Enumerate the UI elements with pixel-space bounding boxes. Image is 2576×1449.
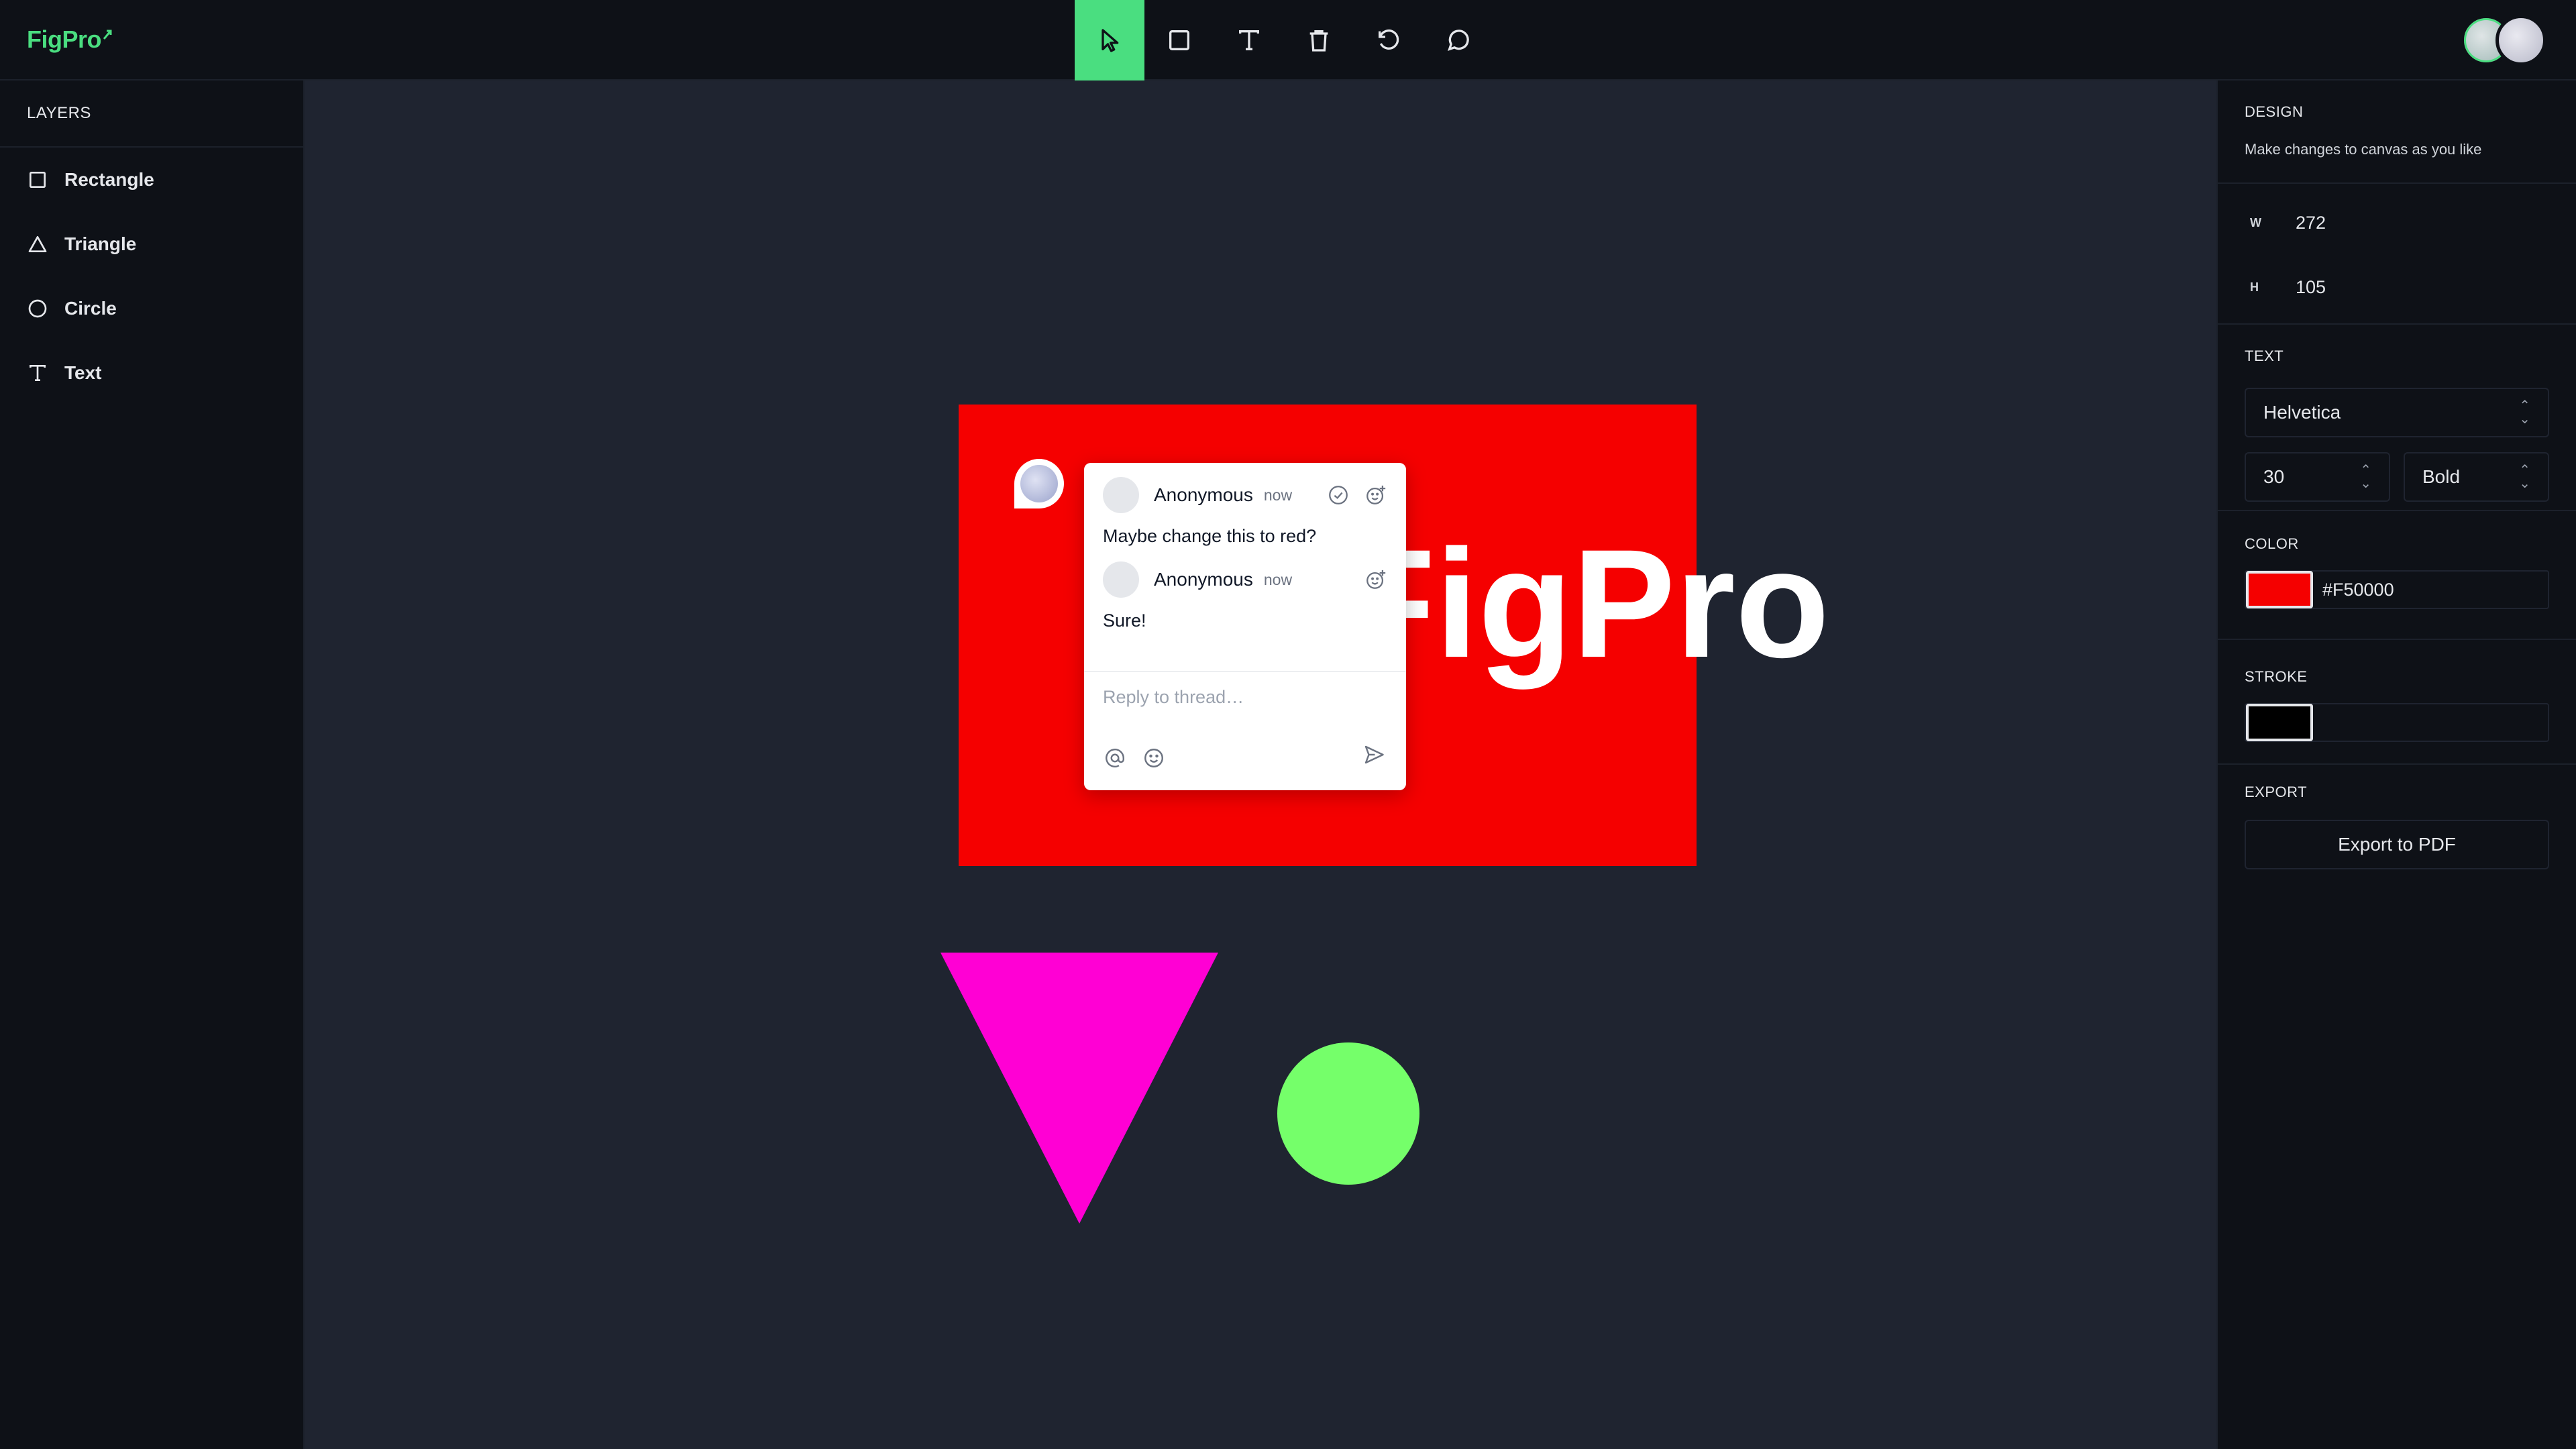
design-sidebar: DESIGN Make changes to canvas as you lik…	[2216, 80, 2576, 1449]
chevron-updown-icon: ⌃ ⌄	[2519, 398, 2530, 427]
text-section: TEXT Helvetica ⌃ ⌄ 30 ⌃ ⌄ Bold ⌃ ⌄	[2218, 325, 2576, 511]
send-icon	[1364, 745, 1384, 764]
fill-color-swatch[interactable]	[2246, 571, 2313, 608]
layer-label: Text	[64, 362, 102, 383]
square-icon	[27, 169, 48, 191]
layer-label: Rectangle	[64, 169, 154, 190]
width-row: W 272	[2245, 191, 2549, 255]
stroke-section: STROKE	[2218, 640, 2576, 765]
comment-body: Sure!	[1103, 610, 1146, 631]
circle-icon	[27, 298, 48, 319]
text-tool-button[interactable]	[1214, 0, 1284, 80]
comment-header: Anonymous now	[1084, 559, 1406, 600]
delete-tool-button[interactable]	[1284, 0, 1354, 80]
design-canvas[interactable]: FigPro Anonymous now Maybe change this t…	[306, 80, 2216, 1449]
height-label: H	[2250, 280, 2259, 294]
resolve-check-icon[interactable]	[1327, 484, 1350, 506]
trash-icon	[1309, 30, 1328, 52]
text-icon	[1239, 30, 1259, 50]
comment-author: Anonymous	[1154, 484, 1253, 505]
comment-body: Maybe change this to red?	[1103, 526, 1317, 546]
logo-mark-icon	[101, 25, 113, 46]
chevron-updown-icon: ⌃ ⌄	[2360, 463, 2371, 491]
emoji-icon[interactable]	[1142, 746, 1166, 770]
comment-thread: Anonymous now Maybe change this to red? …	[1084, 463, 1406, 790]
fill-color-row: #F50000	[2245, 570, 2549, 609]
canvas-text-object[interactable]: FigPro	[1341, 503, 1829, 704]
font-family-value: Helvetica	[2263, 402, 2341, 423]
avatar	[1020, 465, 1058, 502]
rectangle-tool-button[interactable]	[1144, 0, 1214, 80]
layer-label: Circle	[64, 298, 117, 319]
toolbar	[1075, 0, 1493, 80]
layer-item-triangle[interactable]: Triangle	[0, 212, 303, 276]
text-icon	[27, 362, 48, 384]
app-logo[interactable]: FigPro	[27, 25, 113, 54]
active-users	[2461, 15, 2548, 66]
comment-author: Anonymous	[1154, 569, 1253, 590]
reply-composer: Reply to thread…	[1084, 671, 1406, 790]
font-weight-value: Bold	[2422, 466, 2461, 487]
canvas-triangle[interactable]	[941, 953, 1218, 1224]
stroke-color-swatch[interactable]	[2246, 704, 2313, 741]
avatar	[1103, 561, 1139, 598]
send-button[interactable]	[1362, 743, 1386, 770]
top-bar: FigPro	[0, 0, 2576, 80]
avatar[interactable]	[2496, 15, 2546, 66]
comment-time: now	[1263, 486, 1293, 504]
select-tool-button[interactable]	[1075, 0, 1144, 80]
width-label: W	[2250, 215, 2261, 229]
color-section: COLOR #F50000	[2218, 511, 2576, 640]
canvas-circle[interactable]	[1277, 1042, 1419, 1185]
mention-icon[interactable]	[1103, 746, 1127, 770]
font-size-select[interactable]: 30 ⌃ ⌄	[2245, 452, 2390, 502]
add-reaction-icon[interactable]	[1364, 568, 1387, 591]
layer-label: Triangle	[64, 233, 137, 254]
font-family-select[interactable]: Helvetica ⌃ ⌄	[2245, 388, 2549, 437]
logo-text: FigPro	[27, 25, 102, 53]
reset-tool-button[interactable]	[1354, 0, 1424, 80]
layer-item-rectangle[interactable]: Rectangle	[0, 148, 303, 212]
comment-header: Anonymous now	[1084, 475, 1406, 515]
chevron-updown-icon: ⌃ ⌄	[2519, 463, 2530, 491]
rotate-icon	[1379, 29, 1399, 50]
square-icon	[1169, 30, 1189, 50]
stroke-section-title: STROKE	[2245, 668, 2308, 685]
height-input[interactable]: 105	[2274, 277, 2326, 298]
fill-color-input[interactable]: #F50000	[2322, 580, 2394, 600]
design-title: DESIGN	[2245, 103, 2304, 120]
color-section-title: COLOR	[2245, 535, 2299, 552]
stroke-color-row	[2245, 703, 2549, 742]
cursor-icon	[1102, 29, 1119, 52]
layer-item-circle[interactable]: Circle	[0, 276, 303, 341]
layers-title: LAYERS	[0, 80, 303, 148]
font-size-value: 30	[2263, 466, 2285, 487]
export-section: EXPORT Export to PDF	[2218, 765, 2576, 869]
width-input[interactable]: 272	[2274, 213, 2326, 233]
reply-input[interactable]: Reply to thread…	[1103, 687, 1387, 714]
dimensions-section: W 272 H 105	[2218, 184, 2576, 325]
export-pdf-button[interactable]: Export to PDF	[2245, 820, 2549, 869]
comment-icon	[1448, 30, 1469, 51]
layer-item-text[interactable]: Text	[0, 341, 303, 405]
design-subtitle: Make changes to canvas as you like	[2245, 141, 2482, 158]
comment-tool-button[interactable]	[1424, 0, 1493, 80]
export-section-title: EXPORT	[2245, 784, 2308, 800]
comment-time: now	[1263, 570, 1293, 588]
design-section: DESIGN Make changes to canvas as you lik…	[2218, 80, 2576, 184]
add-reaction-icon[interactable]	[1364, 484, 1387, 506]
text-section-title: TEXT	[2245, 347, 2284, 364]
height-row: H 105	[2245, 255, 2549, 319]
comment-pin[interactable]	[1014, 459, 1064, 508]
font-weight-select[interactable]: Bold ⌃ ⌄	[2404, 452, 2549, 502]
triangle-icon	[27, 233, 48, 255]
layers-sidebar: LAYERS Rectangle Triangle Circle Text	[0, 80, 305, 1449]
avatar	[1103, 477, 1139, 513]
